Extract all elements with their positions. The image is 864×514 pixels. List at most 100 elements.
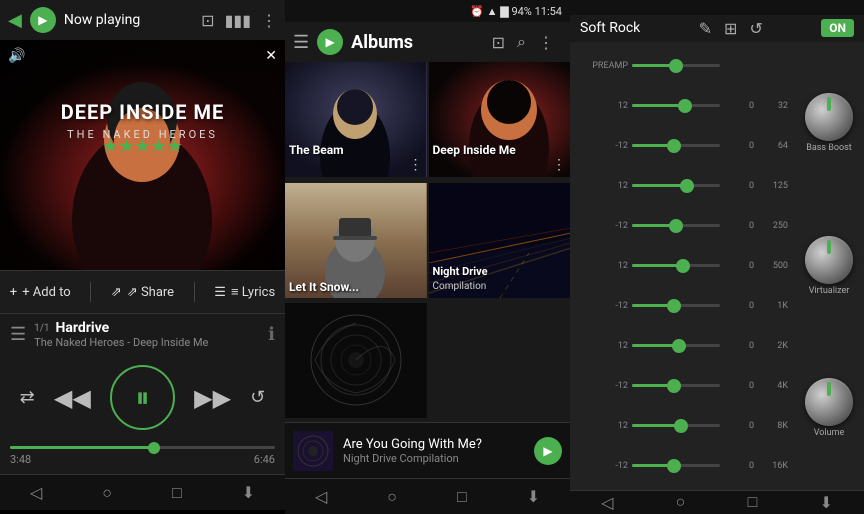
albums-action-icons: ⊡ ⌕ ⋮ bbox=[484, 22, 562, 62]
nav-square-icon[interactable]: □ bbox=[457, 487, 467, 507]
info-icon[interactable]: ℹ bbox=[268, 324, 275, 345]
bass-boost-knob[interactable] bbox=[805, 93, 853, 141]
eq-header: Soft Rock ✎ ⊞ ↺ ON bbox=[570, 15, 864, 42]
more-icon[interactable]: ⋮ bbox=[538, 33, 554, 52]
eq-slider-4k[interactable] bbox=[632, 384, 720, 387]
bottom-track-title: Are You Going With Me? bbox=[343, 437, 524, 452]
eq-slider-250[interactable] bbox=[632, 224, 720, 227]
eq-16khz-label: 16K bbox=[758, 461, 788, 471]
bottom-play-button[interactable]: ▶ bbox=[534, 437, 562, 465]
eq-status-bar bbox=[570, 0, 864, 15]
eq-preamp-label: PREAMP bbox=[576, 61, 628, 71]
eq-12-label5: 12 bbox=[576, 421, 628, 431]
virtualizer-knob[interactable] bbox=[805, 236, 853, 284]
alarm-icon: ⏰ bbox=[470, 5, 484, 18]
eq-32hz-label: 32 bbox=[758, 101, 788, 111]
nav-down-icon[interactable]: ⬇ bbox=[527, 487, 540, 506]
player-panel: ◀ ▶ Now playing ⊡ ▮▮▮ ⋮ bbox=[0, 0, 285, 514]
beam-album-art bbox=[285, 62, 427, 177]
eq-row-500: 12 0 500 bbox=[570, 246, 794, 286]
eq-slider-2k[interactable] bbox=[632, 344, 720, 347]
eq-12-label2: 12 bbox=[576, 181, 628, 191]
cast-icon[interactable]: ⊡ bbox=[201, 11, 214, 30]
lyrics-icon: ☰ bbox=[214, 285, 226, 300]
bottom-play-icon: ▶ bbox=[543, 444, 552, 458]
play-pause-button[interactable]: ⏸ bbox=[110, 365, 175, 430]
nav-down-icon[interactable]: ⬇ bbox=[242, 483, 255, 502]
eq-val6: 0 bbox=[724, 301, 754, 311]
next-button[interactable]: ▶▶ bbox=[194, 384, 231, 412]
search-icon[interactable]: ⌕ bbox=[517, 32, 526, 52]
eq-slider-500[interactable] bbox=[632, 264, 720, 267]
album-item[interactable]: Night Drive Compilation bbox=[429, 183, 571, 298]
progress-times: 3:48 6:46 bbox=[10, 453, 275, 466]
eq-0-val: 0 bbox=[724, 101, 754, 111]
back-button[interactable]: ◀ bbox=[8, 10, 22, 31]
repeat-button[interactable]: ↺ bbox=[250, 387, 265, 408]
eq-slider-16k[interactable] bbox=[632, 464, 720, 467]
eq-val10: 0 bbox=[724, 461, 754, 471]
eq-nav-square-icon[interactable]: □ bbox=[748, 492, 758, 512]
equalizer-icon[interactable]: ▮▮▮ bbox=[225, 11, 251, 30]
nav-back-icon[interactable]: ◁ bbox=[315, 487, 327, 506]
eq-save-icon[interactable]: ⊞ bbox=[724, 19, 737, 38]
album-item[interactable] bbox=[285, 303, 427, 418]
eq-slider-preamp[interactable] bbox=[632, 64, 720, 67]
rating-stars[interactable]: ★★★★★ bbox=[0, 136, 285, 157]
eq-reset-icon[interactable]: ↺ bbox=[749, 19, 762, 38]
eq-neg12-5: -12 bbox=[576, 461, 628, 471]
volume-icon[interactable]: 🔊 bbox=[8, 48, 25, 64]
eq-nav-home-icon[interactable]: ○ bbox=[676, 492, 686, 512]
album-item[interactable]: The Beam ⋮ bbox=[285, 62, 427, 177]
virtualizer-label: Virtualizer bbox=[809, 286, 850, 296]
status-bar: ⏰ ▲ ▇ 94% 11:54 bbox=[285, 0, 570, 22]
add-to-button[interactable]: + + Add to bbox=[10, 285, 71, 300]
lyrics-button[interactable]: ☰ ≡ Lyrics bbox=[214, 284, 275, 300]
add-to-label: + Add to bbox=[22, 285, 71, 300]
bottom-track-sub: Night Drive Compilation bbox=[343, 452, 524, 465]
player-actions: + + Add to ⇗ ⇗ Share ☰ ≡ Lyrics bbox=[0, 270, 285, 314]
eq-row-250: -12 0 250 bbox=[570, 206, 794, 246]
eq-slider-8k[interactable] bbox=[632, 424, 720, 427]
shuffle-button[interactable]: ⇄ bbox=[20, 387, 35, 408]
share-label: ⇗ Share bbox=[127, 285, 174, 300]
albums-header: ☰ ▶ Albums ⊡ ⌕ ⋮ bbox=[285, 22, 570, 62]
album-title: DEEP INSIDE ME bbox=[0, 100, 285, 124]
eq-slider-64[interactable] bbox=[632, 144, 720, 147]
albums-grid: The Beam ⋮ bbox=[285, 62, 570, 422]
eq-row-125: 12 0 125 bbox=[570, 166, 794, 206]
mini-play-button[interactable]: ▶ bbox=[30, 7, 56, 33]
close-icon[interactable]: ✕ bbox=[265, 48, 277, 64]
album-item[interactable]: Let It Snow... bbox=[285, 183, 427, 298]
eq-on-button[interactable]: ON bbox=[821, 19, 854, 37]
more-menu-icon[interactable]: ⋮ bbox=[261, 11, 277, 30]
eq-nav-down-icon[interactable]: ⬇ bbox=[819, 493, 832, 512]
eq-250hz-label: 250 bbox=[758, 221, 788, 231]
hamburger-menu-icon[interactable]: ☰ bbox=[293, 32, 309, 53]
cast-icon[interactable]: ⊡ bbox=[492, 33, 505, 52]
eq-val3: 0 bbox=[724, 181, 754, 191]
eq-slider-32[interactable] bbox=[632, 104, 720, 107]
album-menu-icon[interactable]: ⋮ bbox=[552, 157, 566, 173]
volume-knob[interactable] bbox=[805, 378, 853, 426]
progress-bar[interactable] bbox=[10, 446, 275, 449]
eq-pencil-icon[interactable]: ✎ bbox=[699, 19, 712, 38]
eq-preset-name: Soft Rock bbox=[580, 20, 640, 36]
volume-label: Volume bbox=[814, 428, 844, 438]
eq-row-preamp: PREAMP bbox=[570, 46, 794, 86]
virtualizer-knob-container: Virtualizer bbox=[805, 236, 853, 296]
nav-square-icon[interactable]: □ bbox=[172, 483, 182, 503]
album-item[interactable]: Deep Inside Me ⋮ bbox=[429, 62, 571, 177]
compilation-label: Compilation bbox=[433, 281, 487, 292]
nav-home-icon[interactable]: ○ bbox=[102, 483, 112, 503]
share-button[interactable]: ⇗ ⇗ Share bbox=[111, 285, 174, 300]
previous-button[interactable]: ◀◀ bbox=[54, 384, 91, 412]
bass-boost-label: Bass Boost bbox=[806, 143, 852, 153]
eq-slider-125[interactable] bbox=[632, 184, 720, 187]
album-menu-icon[interactable]: ⋮ bbox=[409, 157, 423, 173]
eq-nav-back-icon[interactable]: ◁ bbox=[601, 493, 613, 512]
app-logo[interactable]: ▶ bbox=[317, 29, 343, 55]
eq-slider-1k[interactable] bbox=[632, 304, 720, 307]
nav-home-icon[interactable]: ○ bbox=[387, 487, 397, 507]
nav-back-icon[interactable]: ◁ bbox=[30, 483, 42, 502]
